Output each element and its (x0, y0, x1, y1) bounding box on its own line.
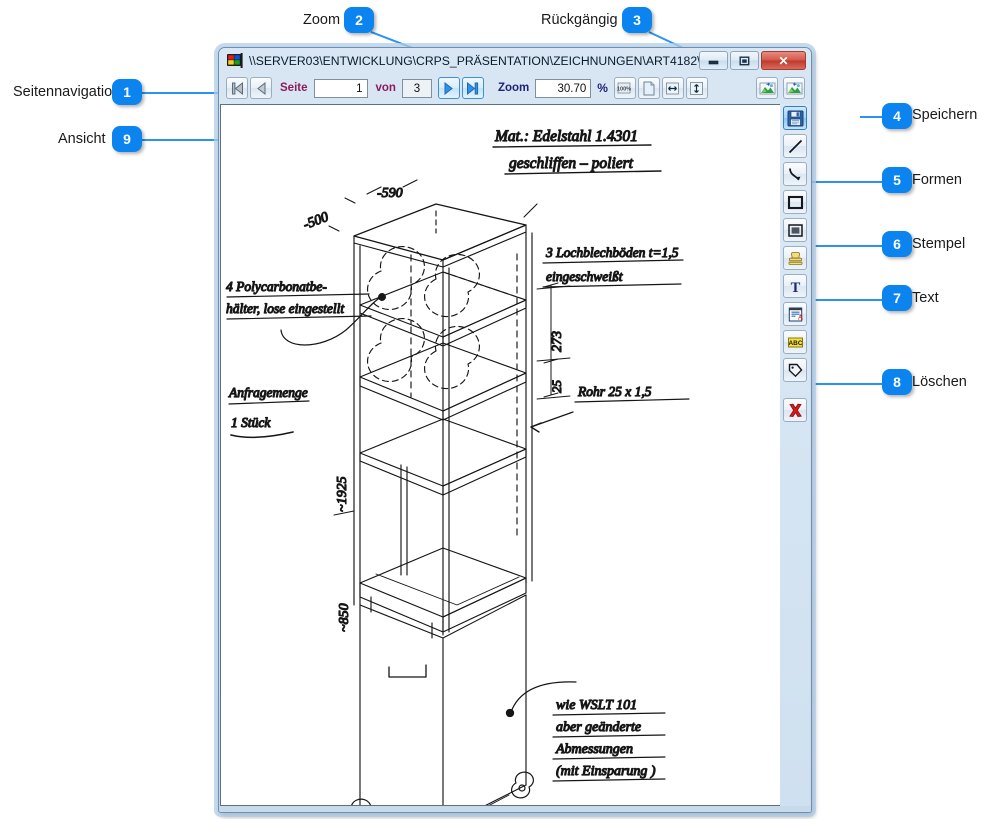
tag-tool-button[interactable] (783, 358, 807, 382)
svg-text:~850: ~850 (337, 603, 352, 632)
svg-text:Abmessungen: Abmessungen (555, 742, 633, 757)
arrow-tool-button[interactable] (783, 162, 807, 186)
windows-flag-icon (227, 53, 244, 68)
svg-text:273: 273 (550, 331, 565, 352)
page-label: Seite (280, 82, 308, 94)
redo-button[interactable] (783, 77, 805, 99)
svg-text:hälter, lose eingestellt: hälter, lose eingestellt (226, 301, 345, 316)
window-titlebar[interactable]: \\SERVER03\ENTWICKLUNG\CRPS_PRÄSENTATION… (219, 48, 811, 73)
svg-text:geschliffen – poliert: geschliffen – poliert (509, 155, 634, 172)
zoom-label: Zoom (497, 82, 530, 94)
callout-label-seitennavigation: Seitennavigation (13, 84, 121, 100)
screenshot-root: Seitennavigation Zoom Rückgängig Speiche… (0, 0, 984, 819)
callout-badge-1: 1 (112, 79, 142, 105)
rectangle-filled-tool-button[interactable] (783, 218, 807, 242)
svg-text:~1925: ~1925 (335, 476, 350, 512)
minimize-icon (700, 52, 727, 69)
callout-badge-5: 5 (882, 167, 912, 193)
svg-text:3 Lochblechböden t=1,5: 3 Lochblechböden t=1,5 (545, 245, 679, 260)
callout-line-7 (815, 299, 884, 301)
svg-text:ABC: ABC (788, 340, 802, 347)
percent-label: % (597, 81, 608, 95)
window-chrome: \\SERVER03\ENTWICKLUNG\CRPS_PRÄSENTATION… (219, 48, 811, 812)
rectangle-outline-tool-button[interactable] (783, 190, 807, 214)
viewer-window: \\SERVER03\ENTWICKLUNG\CRPS_PRÄSENTATION… (218, 47, 812, 813)
page-number-input[interactable]: 1 (313, 78, 368, 98)
page-count-value: 3 (401, 78, 432, 98)
callout-label-loeschen: Löschen (912, 374, 967, 390)
svg-text:Mat.: Edelstahl 1.4301: Mat.: Edelstahl 1.4301 (494, 128, 638, 145)
close-icon: ✕ (778, 53, 789, 68)
svg-text:aber geänderte: aber geänderte (556, 720, 641, 735)
svg-text:A: A (797, 312, 803, 321)
callout-label-text: Text (912, 290, 939, 306)
previous-page-button[interactable] (250, 77, 272, 99)
document-viewport[interactable]: Mat.: Edelstahl 1.4301 geschliffen – pol… (220, 104, 810, 806)
svg-text:4 Polycarbonatbe-: 4 Polycarbonatbe- (226, 279, 327, 294)
fit-height-button[interactable] (685, 77, 708, 99)
callout-line-4 (860, 116, 884, 118)
callout-badge-9: 9 (112, 126, 142, 152)
fit-page-button[interactable] (637, 77, 660, 99)
callout-badge-7: 7 (882, 285, 912, 311)
note-tool-button[interactable]: A (783, 302, 807, 326)
callout-badge-8: 8 (882, 369, 912, 395)
document-page: Mat.: Edelstahl 1.4301 geschliffen – pol… (221, 105, 761, 805)
main-toolbar: Seite 1 von 3 Zoom 30.70 % 100% (220, 73, 810, 103)
callout-label-ansicht: Ansicht (58, 131, 106, 147)
zoom-input[interactable]: 30.70 (535, 78, 592, 98)
maximize-icon (731, 52, 758, 69)
svg-text:Rohr 25 x 1,5: Rohr 25 x 1,5 (577, 384, 652, 399)
minimize-button[interactable] (699, 51, 728, 70)
callout-label-zoom: Zoom (303, 12, 341, 28)
callout-line-6 (815, 245, 884, 247)
callout-line-8 (815, 383, 884, 385)
svg-text:wie WSLT 101: wie WSLT 101 (556, 698, 637, 713)
save-tool-button[interactable] (783, 106, 807, 130)
callout-badge-3: 3 (622, 7, 652, 33)
of-label: von (375, 82, 396, 94)
next-page-button[interactable] (437, 77, 460, 99)
svg-text:-590: -590 (377, 186, 403, 201)
svg-text:eingeschweißt: eingeschweißt (546, 269, 624, 284)
maximize-button[interactable] (730, 51, 759, 70)
stamp-tool-button[interactable] (783, 246, 807, 270)
technical-sketch: Mat.: Edelstahl 1.4301 geschliffen – pol… (221, 105, 761, 805)
first-page-button[interactable] (226, 77, 248, 99)
callout-label-stempel: Stempel (912, 236, 966, 252)
text-tool-button[interactable]: T (783, 274, 807, 298)
callout-badge-6: 6 (882, 231, 912, 257)
undo-button[interactable] (756, 77, 778, 99)
callout-label-formen: Formen (912, 172, 962, 188)
annotation-toolbar: T A ABC (780, 104, 810, 806)
svg-text:T: T (790, 279, 800, 294)
callout-badge-2: 2 (344, 7, 374, 33)
callout-line-5 (812, 181, 884, 183)
callout-label-speichern: Speichern (912, 107, 978, 123)
zoom-100-button[interactable]: 100% (613, 77, 636, 99)
svg-text:1 Stück: 1 Stück (231, 415, 271, 430)
callout-label-rueckgaengig: Rückgängig (541, 12, 618, 28)
svg-text:25: 25 (549, 380, 564, 394)
callout-badge-4: 4 (882, 103, 912, 129)
fit-width-button[interactable] (661, 77, 684, 99)
svg-text:(mit Einsparung ): (mit Einsparung ) (556, 764, 656, 779)
close-button[interactable]: ✕ (761, 51, 806, 70)
window-title: \\SERVER03\ENTWICKLUNG\CRPS_PRÄSENTATION… (249, 53, 699, 68)
highlight-tool-button[interactable]: ABC (783, 330, 807, 354)
line-tool-button[interactable] (783, 134, 807, 158)
delete-tool-button[interactable] (783, 398, 807, 422)
svg-text:Anfragemenge: Anfragemenge (228, 385, 308, 400)
svg-text:100%: 100% (617, 87, 631, 93)
last-page-button[interactable] (461, 77, 484, 99)
